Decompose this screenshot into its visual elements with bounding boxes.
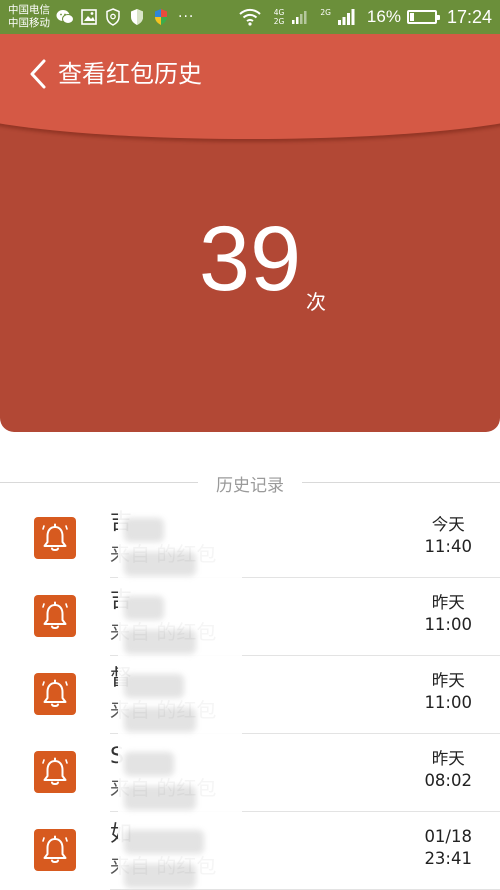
red-packet-bell-icon	[34, 517, 76, 559]
red-packet-bell-icon	[34, 751, 76, 793]
carrier-1-label: 中国电信	[8, 4, 50, 16]
redacted-sender	[124, 752, 174, 776]
record-time: 11:00	[424, 615, 472, 634]
red-packet-count-value: 39	[198, 208, 302, 310]
redacted-sender	[124, 518, 164, 542]
history-record-list: 吉来自 的红包今天11:40吉来自 的红包昨天11:00督来自 的红包昨天11:…	[0, 500, 500, 890]
history-record-row[interactable]: 如来自 的红包01/1823:41	[0, 812, 500, 890]
section-divider-left	[0, 482, 198, 483]
network-type-4g-label: 4G	[273, 8, 285, 17]
signal-strength-sim2-icon	[337, 8, 355, 26]
history-record-row[interactable]: 吉来自 的红包昨天11:00	[0, 578, 500, 656]
history-record-row[interactable]: S来自 的红包昨天08:02	[0, 734, 500, 812]
record-timestamp: 昨天 11:00	[424, 670, 472, 714]
redacted-names-overlay	[118, 500, 242, 889]
red-packet-bell-icon	[34, 595, 76, 637]
redacted-sender	[124, 552, 196, 576]
red-packet-summary-panel: 查看红包历史 39 次	[0, 34, 500, 432]
battery-icon	[406, 10, 440, 24]
image-icon	[80, 8, 98, 26]
page-title: 查看红包历史	[58, 60, 202, 88]
history-record-row[interactable]: 吉来自 的红包今天11:40	[0, 500, 500, 578]
section-divider-right	[302, 482, 500, 483]
colorful-shield-icon	[152, 8, 170, 26]
record-day: 今天	[431, 515, 465, 534]
record-time: 23:41	[424, 849, 472, 868]
record-day: 昨天	[431, 593, 465, 612]
network-type-2g-sim2-label: 2G	[320, 8, 331, 17]
network-type-sim1: 4G 2G	[274, 8, 285, 26]
record-timestamp: 今天 11:40	[424, 514, 472, 558]
redacted-sender	[124, 630, 196, 654]
signal-strength-sim1-icon	[290, 8, 308, 26]
redacted-sender	[124, 596, 164, 620]
red-packet-bell-icon	[34, 829, 76, 871]
record-day: 01/18	[424, 827, 472, 846]
record-day: 昨天	[431, 671, 465, 690]
record-time: 11:40	[424, 537, 472, 556]
record-timestamp: 昨天 11:00	[424, 592, 472, 636]
record-time: 08:02	[424, 771, 472, 790]
chevron-left-icon	[30, 59, 46, 89]
redacted-sender	[124, 864, 196, 888]
status-bar: 中国电信 中国移动 ··· 4G 2G 2G 16% 17:24	[0, 0, 500, 34]
carrier-info: 中国电信 中国移动	[8, 4, 50, 30]
redacted-sender	[124, 674, 184, 698]
redacted-sender	[124, 830, 204, 854]
history-section-title: 历史记录	[202, 470, 298, 496]
red-packet-count: 39	[0, 204, 500, 314]
battery-percent: 16%	[366, 7, 401, 26]
carrier-2-label: 中国移动	[8, 17, 50, 29]
wifi-icon	[238, 8, 262, 26]
red-packet-count-unit: 次	[306, 290, 326, 314]
record-timestamp: 01/18 23:41	[424, 826, 472, 870]
security-shield-icon	[104, 8, 122, 26]
record-time: 11:00	[424, 693, 472, 712]
record-timestamp: 昨天 08:02	[424, 748, 472, 792]
shield-icon	[128, 8, 146, 26]
red-packet-bell-icon	[34, 673, 76, 715]
clock-time: 17:24	[446, 6, 492, 27]
redacted-sender	[124, 708, 196, 732]
network-type-sim2: 2G	[320, 8, 331, 26]
more-notifications-indicator: ···	[178, 9, 195, 25]
network-type-2g-label: 2G	[273, 17, 285, 26]
battery-level-fill	[409, 13, 414, 21]
redacted-sender	[124, 786, 196, 810]
back-button[interactable]	[20, 54, 56, 94]
status-bar-right: 4G 2G 2G 16% 17:24	[238, 7, 492, 28]
history-section-header: 历史记录	[0, 468, 500, 498]
history-record-row[interactable]: 督来自 的红包昨天11:00	[0, 656, 500, 734]
record-day: 昨天	[431, 749, 465, 768]
wechat-icon	[56, 8, 74, 26]
